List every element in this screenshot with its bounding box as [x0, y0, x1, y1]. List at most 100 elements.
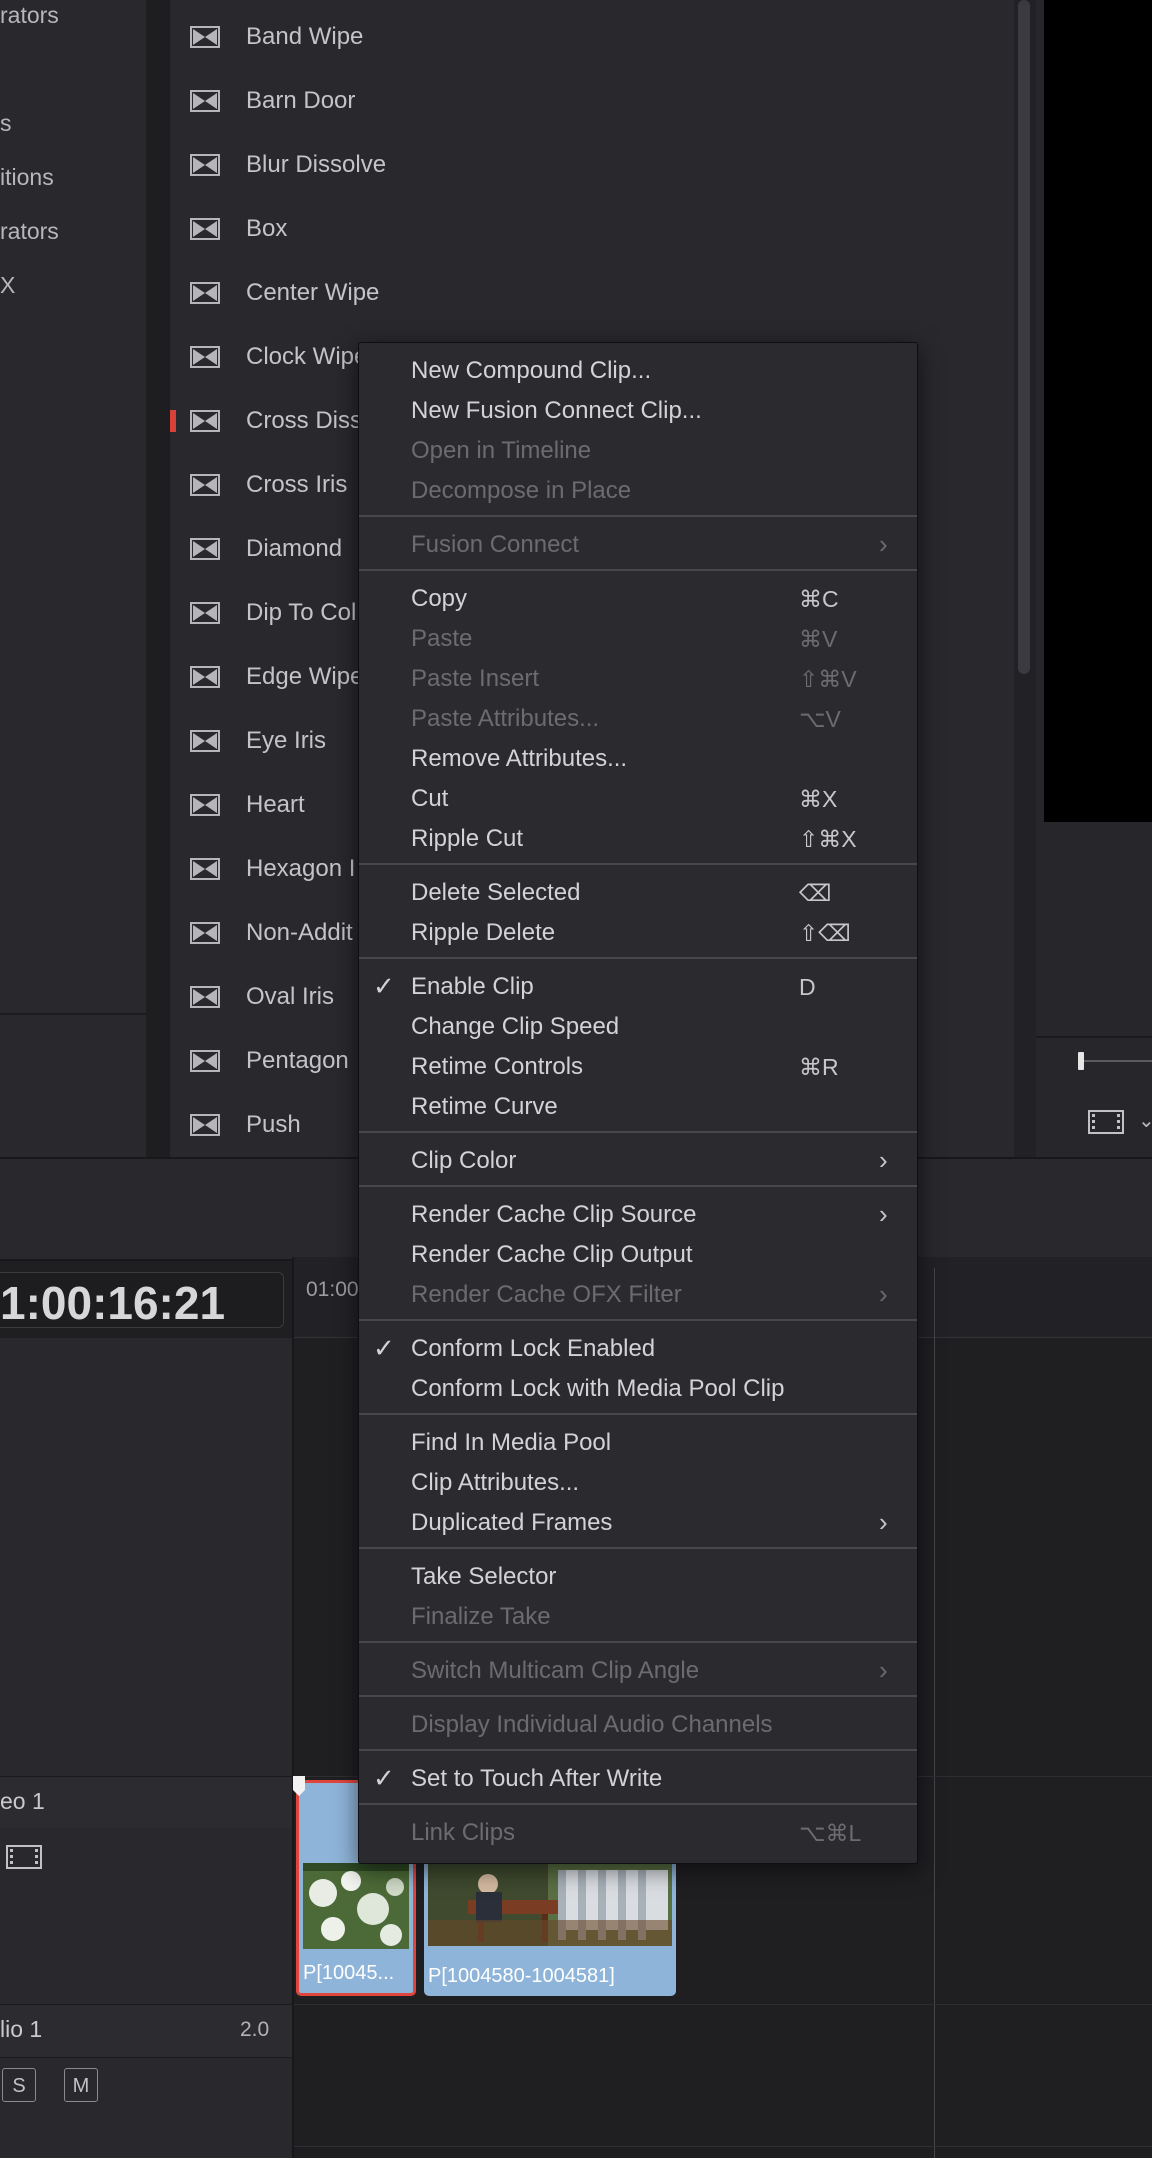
transition-bowtie-icon	[190, 858, 220, 880]
effect-item-label: Oval Iris	[246, 983, 335, 1010]
ruler-timecode-label: 01:00	[306, 1278, 359, 1301]
menu-separator	[359, 1547, 917, 1549]
menu-item-label: Conform Lock with Media Pool Clip	[411, 1375, 785, 1402]
mute-button[interactable]: M	[64, 2068, 98, 2102]
effect-item-label: Pentagon	[246, 1047, 349, 1074]
menu-item-label: Find In Media Pool	[411, 1429, 612, 1456]
clip-marker-icon[interactable]	[293, 1776, 305, 1796]
menu-separator	[359, 1185, 917, 1187]
effect-item[interactable]: Center Wipe	[170, 260, 1014, 324]
menu-item-delete-selected[interactable]: Delete Selected ⌫	[359, 873, 917, 913]
menu-item-decompose-in-place: Decompose in Place	[359, 471, 917, 511]
menu-item-retime-curve[interactable]: Retime Curve	[359, 1087, 917, 1127]
solo-button[interactable]: S	[2, 2068, 36, 2102]
film-strip-icon[interactable]	[6, 1845, 42, 1874]
menu-item-copy[interactable]: Copy ⌘C	[359, 579, 917, 619]
menu-item-ripple-delete[interactable]: Ripple Delete ⇧⌫	[359, 913, 917, 953]
menu-item-link-clips: Link Clips ⌥⌘L	[359, 1813, 917, 1853]
menu-item-label: Enable Clip	[411, 973, 534, 1000]
submenu-chevron-icon: ›	[879, 529, 888, 559]
menu-item-remove-attributes[interactable]: Remove Attributes...	[359, 739, 917, 779]
transition-bowtie-icon	[190, 218, 220, 240]
menu-item-label: Conform Lock Enabled	[411, 1335, 656, 1362]
menu-item-label: Open in Timeline	[411, 437, 592, 464]
category-item[interactable]: rators	[0, 218, 59, 245]
menu-item-label: Cut	[411, 785, 449, 812]
checkmark-icon: ✓	[373, 1333, 395, 1363]
effect-item[interactable]: Blur Dissolve	[170, 132, 1014, 196]
submenu-chevron-icon: ›	[879, 1507, 888, 1537]
audio-channel-format: 2.0	[240, 2018, 270, 2041]
effect-item-label: Cross Diss	[246, 407, 363, 434]
effect-item[interactable]: Barn Door	[170, 68, 1014, 132]
menu-item-clip-color[interactable]: Clip Color ›	[359, 1141, 917, 1181]
menu-item-conform-lock-with-media-pool-clip[interactable]: Conform Lock with Media Pool Clip	[359, 1369, 917, 1409]
category-item[interactable]: X	[0, 272, 15, 299]
menu-item-paste-insert: Paste Insert ⇧⌘V	[359, 659, 917, 699]
menu-item-label: Render Cache OFX Filter	[411, 1281, 682, 1308]
viewer-canvas[interactable]	[1044, 0, 1152, 822]
category-item[interactable]: s	[0, 110, 12, 137]
menu-item-cut[interactable]: Cut ⌘X	[359, 779, 917, 819]
effect-item-label: Clock Wipe	[246, 343, 368, 370]
menu-item-switch-multicam-clip-angle: Switch Multicam Clip Angle ›	[359, 1651, 917, 1691]
menu-separator	[359, 957, 917, 959]
transition-bowtie-icon	[190, 538, 220, 560]
transition-bowtie-icon	[190, 90, 220, 112]
film-strip-icon[interactable]	[1088, 1110, 1124, 1139]
menu-item-set-to-touch-after-write[interactable]: ✓ Set to Touch After Write	[359, 1759, 917, 1799]
effects-scrollbar-thumb[interactable]	[1018, 0, 1030, 674]
menu-item-label: Finalize Take	[411, 1603, 551, 1630]
menu-item-render-cache-clip-source[interactable]: Render Cache Clip Source ›	[359, 1195, 917, 1235]
menu-item-change-clip-speed[interactable]: Change Clip Speed	[359, 1007, 917, 1047]
menu-item-enable-clip[interactable]: ✓ Enable Clip D	[359, 967, 917, 1007]
menu-item-clip-attributes[interactable]: Clip Attributes...	[359, 1463, 917, 1503]
category-item[interactable]: itions	[0, 164, 54, 191]
menu-separator	[359, 515, 917, 517]
menu-item-label: Render Cache Clip Output	[411, 1241, 693, 1268]
transition-bowtie-icon	[190, 26, 220, 48]
menu-item-conform-lock-enabled[interactable]: ✓ Conform Lock Enabled	[359, 1329, 917, 1369]
menu-item-label: Decompose in Place	[411, 477, 632, 504]
effect-item-label: Edge Wipe	[246, 663, 364, 690]
clip-thumbnail	[428, 1860, 672, 1946]
menu-item-label: New Fusion Connect Clip...	[411, 397, 702, 424]
menu-item-find-in-media-pool[interactable]: Find In Media Pool	[359, 1423, 917, 1463]
menu-item-label: Paste Attributes...	[411, 705, 600, 732]
menu-item-new-compound-clip[interactable]: New Compound Clip...	[359, 351, 917, 391]
menu-item-duplicated-frames[interactable]: Duplicated Frames ›	[359, 1503, 917, 1543]
effect-item-label: Heart	[246, 791, 305, 818]
menu-item-new-fusion-connect-clip[interactable]: New Fusion Connect Clip...	[359, 391, 917, 431]
menu-item-shortcut: ⌥V	[799, 706, 841, 732]
checkmark-icon: ✓	[373, 1763, 395, 1793]
scrubber-handle[interactable]	[1078, 1052, 1084, 1070]
panel-divider	[0, 1013, 146, 1015]
panel-divider	[1036, 1036, 1152, 1038]
menu-item-label: Retime Controls	[411, 1053, 584, 1080]
menu-item-take-selector[interactable]: Take Selector	[359, 1557, 917, 1597]
menu-separator	[359, 569, 917, 571]
timecode-value: 1:00:16:21	[0, 1277, 226, 1329]
clip-context-menu: New Compound Clip... New Fusion Connect C…	[358, 342, 918, 1864]
menu-item-retime-controls[interactable]: Retime Controls ⌘R	[359, 1047, 917, 1087]
menu-item-render-cache-clip-output[interactable]: Render Cache Clip Output	[359, 1235, 917, 1275]
menu-item-label: Duplicated Frames	[411, 1509, 613, 1536]
viewer-scrubber[interactable]	[1082, 1060, 1152, 1062]
menu-item-shortcut: ⌘C	[799, 586, 839, 612]
transition-bowtie-icon	[190, 922, 220, 944]
submenu-chevron-icon: ›	[879, 1145, 888, 1175]
chevron-down-icon[interactable]: ⌄	[1138, 1108, 1152, 1133]
submenu-chevron-icon: ›	[879, 1199, 888, 1229]
menu-item-label: Switch Multicam Clip Angle	[411, 1657, 700, 1684]
menu-item-display-individual-audio-channels: Display Individual Audio Channels	[359, 1705, 917, 1745]
category-item[interactable]: rators	[0, 2, 59, 29]
menu-item-ripple-cut[interactable]: Ripple Cut ⇧⌘X	[359, 819, 917, 859]
menu-separator	[359, 1641, 917, 1643]
track-lane-divider	[294, 2146, 1152, 2147]
panel-divider	[146, 0, 170, 1157]
timeline-gridline	[934, 1268, 935, 2158]
effect-item[interactable]: Band Wipe	[170, 4, 1014, 68]
transition-bowtie-icon	[190, 474, 220, 496]
menu-separator	[359, 1749, 917, 1751]
effect-item[interactable]: Box	[170, 196, 1014, 260]
